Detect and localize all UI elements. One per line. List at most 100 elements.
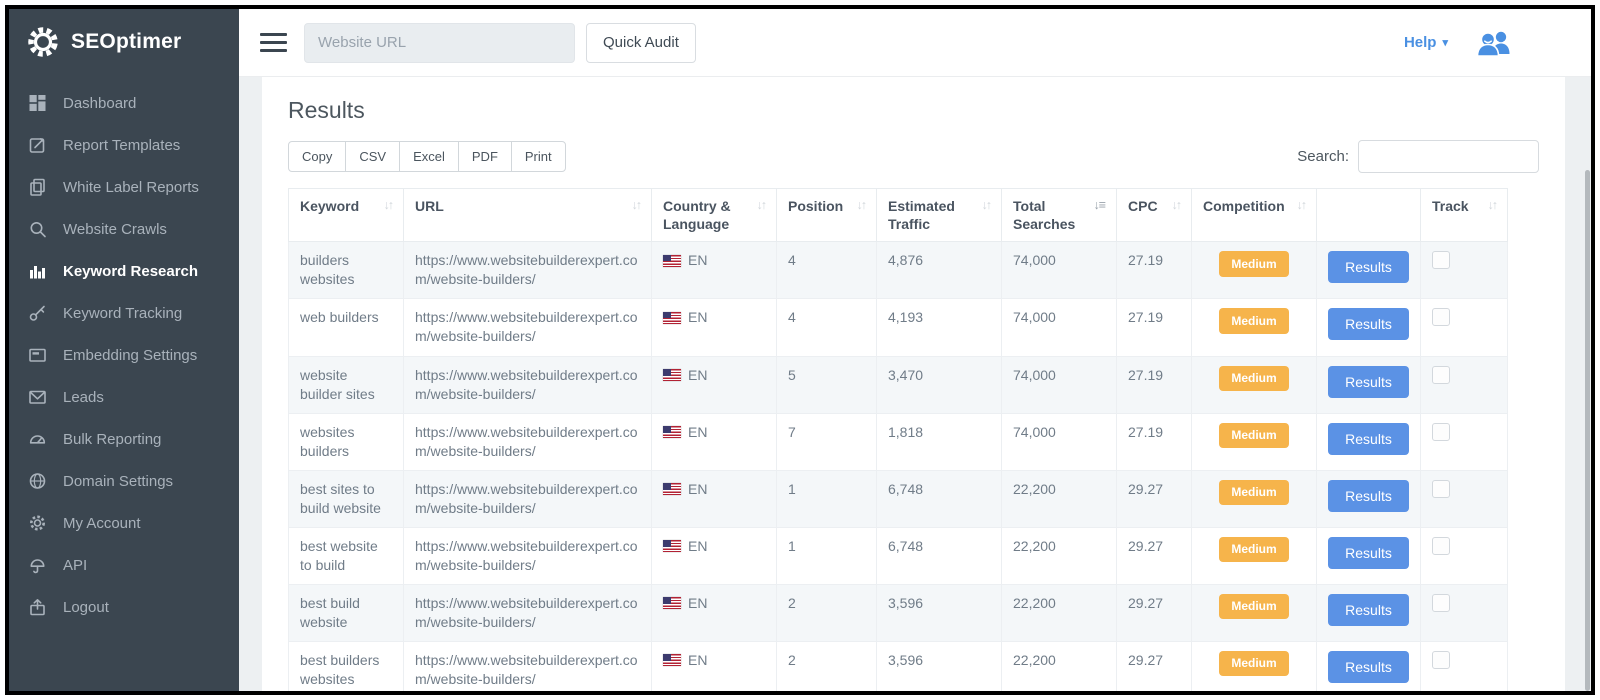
position-cell: 5 [777,356,877,413]
table-row: web buildershttps://www.websitebuilderex… [289,299,1508,356]
sidebar-item-api[interactable]: API [9,544,239,586]
embedding-settings-icon [27,346,47,364]
export-csv-button[interactable]: CSV [345,141,400,172]
position-cell: 4 [777,242,877,299]
column-header-country[interactable]: Country & Language↓↑ [652,189,777,242]
my-account-icon [27,514,47,532]
track-checkbox[interactable] [1432,423,1450,441]
keyword-research-icon [27,262,47,280]
column-header-url[interactable]: URL↓↑ [404,189,652,242]
results-button[interactable]: Results [1328,537,1409,569]
quick-audit-button[interactable]: Quick Audit [586,23,696,63]
country-cell: EN [652,641,777,691]
sort-both-icon: ↓↑ [982,197,991,233]
column-header-comp[interactable]: Competition↓↑ [1192,189,1317,242]
keyword-cell: website builder sites [289,356,404,413]
competition-badge: Medium [1219,366,1288,391]
url-cell: https://www.websitebuilderexpert.com/web… [404,413,652,470]
total-searches-cell: 22,200 [1002,641,1117,691]
column-header-keyword[interactable]: Keyword↓↑ [289,189,404,242]
track-checkbox[interactable] [1432,537,1450,555]
sidebar-item-label: White Label Reports [63,179,199,196]
sidebar-item-label: Logout [63,599,109,616]
estimated-traffic-cell: 3,596 [877,584,1002,641]
column-header-total[interactable]: Total Searches↓≡ [1002,189,1117,242]
track-checkbox[interactable] [1432,480,1450,498]
country-cell: EN [652,242,777,299]
country-cell: EN [652,356,777,413]
sidebar-item-leads[interactable]: Leads [9,376,239,418]
results-button[interactable]: Results [1328,423,1409,455]
country-cell: EN [652,470,777,527]
action-cell: Results [1317,470,1421,527]
results-card: Results CopyCSVExcelPDFPrint Search: Key… [262,77,1565,691]
search-input[interactable] [1358,140,1539,173]
competition-badge: Medium [1219,480,1288,505]
language-code: EN [688,594,707,613]
sidebar-item-dashboard[interactable]: Dashboard [9,82,239,124]
export-pdf-button[interactable]: PDF [458,141,512,172]
sort-both-icon: ↓↑ [1488,197,1497,215]
competition-cell: Medium [1192,641,1317,691]
results-button[interactable]: Results [1328,366,1409,398]
hamburger-menu-icon[interactable] [260,28,287,57]
export-excel-button[interactable]: Excel [399,141,459,172]
results-button[interactable]: Results [1328,308,1409,340]
sidebar-item-keyword-tracking[interactable]: Keyword Tracking [9,292,239,334]
sidebar-item-label: Bulk Reporting [63,431,161,448]
cpc-cell: 27.19 [1117,413,1192,470]
sidebar-nav: DashboardReport Templates White Label Rep… [9,82,239,628]
export-copy-button[interactable]: Copy [288,141,346,172]
brand-logo[interactable]: SEOptimer [9,9,239,72]
results-button[interactable]: Results [1328,251,1409,283]
track-cell [1421,299,1508,356]
action-cell: Results [1317,242,1421,299]
help-dropdown[interactable]: Help ▾ [1404,34,1448,51]
track-checkbox[interactable] [1432,251,1450,269]
track-checkbox[interactable] [1432,308,1450,326]
track-checkbox[interactable] [1432,594,1450,612]
results-button[interactable]: Results [1328,480,1409,512]
language-code: EN [688,366,707,385]
account-users-button[interactable] [1476,29,1511,57]
estimated-traffic-cell: 6,748 [877,527,1002,584]
estimated-traffic-cell: 6,748 [877,470,1002,527]
total-searches-cell: 74,000 [1002,356,1117,413]
sidebar-item-keyword-research[interactable]: Keyword Research [9,250,239,292]
results-button[interactable]: Results [1328,594,1409,626]
sidebar-item-bulk-reporting[interactable]: Bulk Reporting [9,418,239,460]
export-print-button[interactable]: Print [511,141,566,172]
action-cell: Results [1317,299,1421,356]
position-cell: 1 [777,527,877,584]
column-header-track[interactable]: Track↓↑ [1421,189,1508,242]
country-cell: EN [652,527,777,584]
table-header-row: Keyword↓↑URL↓↑Country & Language↓↑Positi… [289,189,1508,242]
sidebar-item-white-label-reports[interactable]: White Label Reports [9,166,239,208]
column-header-est[interactable]: Estimated Traffic↓↑ [877,189,1002,242]
sort-both-icon: ↓↑ [384,197,393,215]
sidebar-item-embedding-settings[interactable]: Embedding Settings [9,334,239,376]
position-cell: 1 [777,470,877,527]
us-flag-icon [663,426,681,438]
sidebar-item-domain-settings[interactable]: Domain Settings [9,460,239,502]
column-header-cpc[interactable]: CPC↓↑ [1117,189,1192,242]
column-header-position[interactable]: Position↓↑ [777,189,877,242]
results-button[interactable]: Results [1328,651,1409,683]
language-code: EN [688,651,707,670]
column-label: Position [788,197,853,215]
estimated-traffic-cell: 1,818 [877,413,1002,470]
track-checkbox[interactable] [1432,651,1450,669]
website-url-input[interactable] [304,23,575,63]
table-row: websites buildershttps://www.websitebuil… [289,413,1508,470]
sidebar-item-website-crawls[interactable]: Website Crawls [9,208,239,250]
competition-cell: Medium [1192,527,1317,584]
sidebar-item-my-account[interactable]: My Account [9,502,239,544]
screenshot-frame: SEOptimer DashboardReport Templates White… [0,0,1600,700]
sidebar-item-report-templates[interactable]: Report Templates [9,124,239,166]
track-cell [1421,527,1508,584]
vertical-scrollbar-thumb[interactable] [1585,170,1590,691]
keyword-tracking-icon [27,304,47,322]
track-checkbox[interactable] [1432,366,1450,384]
sidebar-item-logout[interactable]: Logout [9,586,239,628]
search-box: Search: [1297,140,1539,173]
